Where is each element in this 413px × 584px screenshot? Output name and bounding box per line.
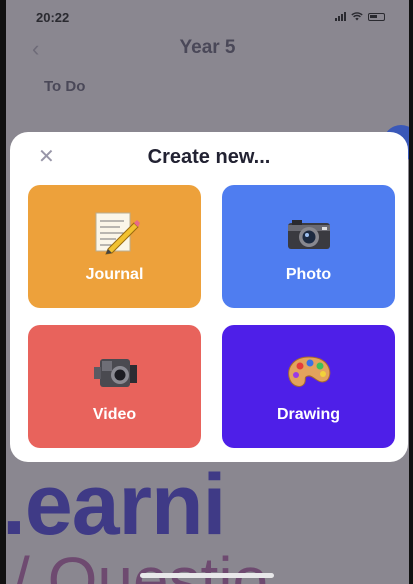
create-new-modal: ✕ Create new... Journal Photo Video Draw…	[10, 132, 408, 462]
background-banner-subtext: / Questio	[12, 544, 269, 584]
wifi-icon	[351, 12, 363, 21]
palette-icon	[287, 356, 330, 387]
modal-title: Create new...	[147, 146, 271, 168]
home-indicator[interactable]	[140, 573, 274, 578]
drawing-label: Drawing	[276, 406, 341, 423]
background-banner-text: .earni	[6, 457, 226, 553]
section-label-todo: To Do	[44, 78, 86, 95]
status-icons	[335, 12, 385, 21]
video-button[interactable]: Video	[28, 325, 201, 448]
journal-label: Journal	[85, 266, 144, 283]
status-bar: 20:22	[6, 0, 409, 30]
page-title: Year 5	[179, 37, 236, 58]
status-time: 20:22	[36, 10, 70, 25]
battery-icon	[368, 12, 385, 21]
journal-button[interactable]: Journal	[28, 185, 201, 308]
signal-icon	[335, 12, 346, 21]
video-camera-icon	[93, 359, 137, 387]
photo-button[interactable]: Photo	[222, 185, 395, 308]
video-label: Video	[92, 406, 137, 423]
app-screen: 20:22 ‹ Year 5 To Do .earni / Questio ✕ …	[6, 0, 409, 584]
notepad-pencil-icon	[95, 212, 140, 255]
drawing-button[interactable]: Drawing	[222, 325, 395, 448]
photo-label: Photo	[285, 266, 332, 283]
camera-icon	[287, 220, 330, 249]
